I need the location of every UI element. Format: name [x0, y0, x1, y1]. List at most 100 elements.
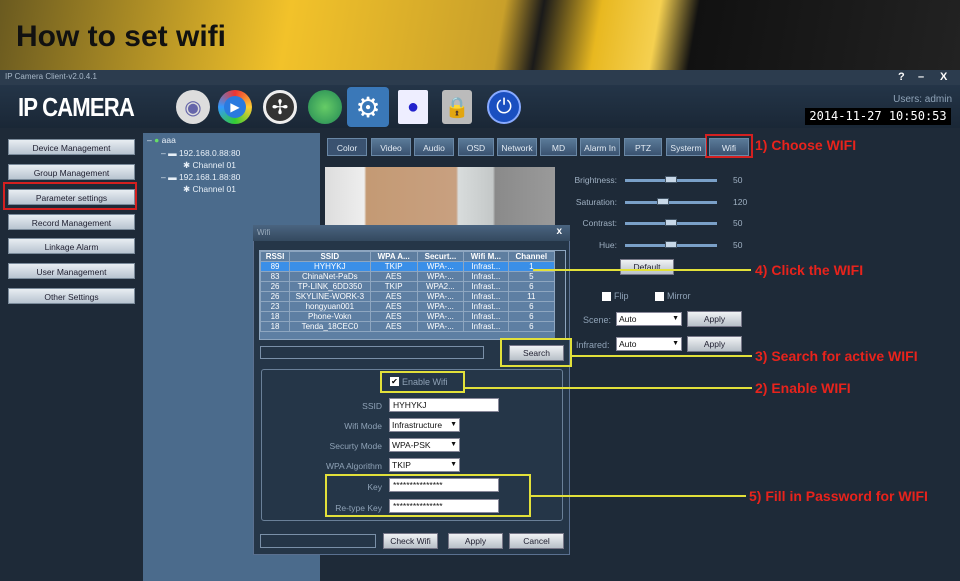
sidebar-item[interactable]: Linkage Alarm — [8, 238, 135, 254]
slider-handle[interactable] — [657, 197, 670, 205]
globe-icon[interactable] — [308, 90, 342, 124]
search-button[interactable]: Search — [509, 345, 564, 361]
infrared-apply-button[interactable]: Apply — [687, 336, 742, 352]
wifi-row[interactable]: 26 SKYLINE-WORK-3 AES WPA-... Infrast... 11 — [260, 291, 556, 302]
wifi-row[interactable]: 89 HYHYKJ TKIP WPA-... Infrast... 1 — [260, 261, 556, 272]
ssid-input[interactable]: HYHYKJ — [389, 398, 499, 412]
wifi-cell: WPA2... — [416, 281, 465, 292]
sidebar-item[interactable]: Parameter settings — [8, 189, 135, 205]
retype-key-input[interactable]: *************** — [389, 499, 499, 513]
wifi-cell: TKIP — [369, 281, 418, 292]
infrared-label: Infrared: — [576, 340, 610, 350]
sidebar-item[interactable]: Group Management — [8, 164, 135, 180]
tab-md[interactable]: MD — [540, 138, 577, 156]
tree-channel[interactable]: ✱ Channel 01 — [183, 160, 236, 171]
check-wifi-button[interactable]: Check Wifi — [383, 533, 438, 549]
wifi-row[interactable]: 23 hongyuan001 AES WPA-... Infrast... 6 — [260, 301, 556, 312]
key-input[interactable]: *************** — [389, 478, 499, 492]
check-status-field — [260, 534, 376, 548]
wifi-cell: WPA-... — [416, 301, 465, 312]
close-button[interactable]: X — [940, 71, 947, 83]
ptz-icon[interactable]: ✢ — [263, 90, 297, 124]
settings-icon[interactable]: ⚙ — [351, 90, 385, 124]
infrared-select[interactable]: Auto — [616, 337, 682, 351]
slider-value: 50 — [733, 175, 743, 185]
slider-handle[interactable] — [665, 240, 677, 248]
wifi-cell: 6 — [507, 301, 556, 312]
apply-button[interactable]: Apply — [448, 533, 503, 549]
wpa-algorithm-label: WPA Algorithm — [325, 461, 382, 471]
power-icon[interactable]: ⏻ — [487, 90, 521, 124]
cancel-button[interactable]: Cancel — [509, 533, 564, 549]
banner: How to set wifi — [0, 0, 960, 70]
slider-label: Brightness: — [574, 175, 617, 185]
ssid-label: SSID — [362, 401, 382, 411]
slider-handle[interactable] — [665, 219, 677, 226]
column-header[interactable]: Securt... — [416, 251, 465, 262]
wpa-algorithm-select[interactable]: TKIP — [389, 458, 460, 472]
wifi-cell: 6 — [507, 321, 556, 332]
tab-video[interactable]: Video — [371, 138, 411, 156]
pointer-line — [465, 387, 752, 389]
document-icon[interactable]: ● — [398, 90, 428, 124]
tab-ptz[interactable]: PTZ — [624, 138, 662, 156]
enable-wifi-checkbox[interactable]: ✔ — [390, 377, 399, 386]
webcam-icon[interactable]: ◉ — [176, 90, 210, 124]
sidebar-item[interactable]: Other Settings — [8, 288, 135, 304]
tab-wifi[interactable]: Wifi — [709, 138, 749, 156]
list-scrollbar[interactable] — [555, 251, 565, 339]
wifi-cell: 23 — [260, 301, 291, 312]
wifi-row[interactable]: 26 TP-LINK_6DD350 TKIP WPA2... Infrast... 6 — [260, 281, 556, 292]
wifi-cell: hongyuan001 — [289, 301, 371, 312]
tab-systerm[interactable]: Systerm — [666, 138, 706, 156]
tree-device[interactable]: – ▬ 192.168.1.88:80 — [161, 172, 240, 182]
wifi-list: RSSI SSID WPA A... Securt... Wifi M... Channe… — [259, 250, 566, 340]
app-logo: IP CAMERA — [18, 92, 135, 122]
lock-icon[interactable]: 🔒 — [442, 90, 472, 124]
slider-handle[interactable] — [665, 176, 677, 183]
dialog-close-button[interactable]: x — [556, 226, 562, 237]
tab-osd[interactable]: OSD — [458, 138, 494, 156]
column-header[interactable]: SSID — [289, 251, 371, 262]
tree-channel[interactable]: ✱ Channel 01 — [183, 184, 236, 195]
default-button[interactable]: Default — [620, 259, 674, 275]
mirror-checkbox[interactable] — [655, 292, 664, 301]
sidebar-item[interactable]: Device Management — [8, 139, 135, 155]
column-header[interactable]: Wifi M... — [463, 251, 509, 262]
wifi-cell: Infrast... — [463, 321, 509, 332]
flip-checkbox[interactable] — [602, 292, 611, 301]
sidebar-item[interactable]: User Management — [8, 263, 135, 279]
tree-device[interactable]: – ▬ 192.168.0.88:80 — [161, 148, 240, 158]
wifi-mode-select[interactable]: Infrastructure — [389, 418, 460, 432]
wifi-cell: SKYLINE-WORK-3 — [289, 291, 371, 302]
annotation-enable: 2) Enable WIFI — [755, 380, 851, 396]
tab-network[interactable]: Network — [497, 138, 537, 156]
wifi-row[interactable]: 18 Phone-Vokn AES WPA-... Infrast... 6 — [260, 311, 556, 322]
wifi-cell: AES — [369, 311, 418, 322]
annotation-search: 3) Search for active WIFI — [755, 348, 918, 364]
minimize-button[interactable]: – — [918, 71, 924, 83]
tab-audio[interactable]: Audio — [414, 138, 454, 156]
scene-select[interactable]: Auto — [616, 312, 682, 326]
tab-alarm-in[interactable]: Alarm In — [580, 138, 620, 156]
wifi-cell: AES — [369, 291, 418, 302]
play-icon[interactable]: ▶ — [218, 90, 252, 124]
slider-value: 50 — [733, 239, 743, 250]
slider-track[interactable] — [625, 200, 717, 204]
security-mode-select[interactable]: WPA-PSK — [389, 438, 460, 452]
sidebar-item[interactable]: Record Management — [8, 214, 135, 230]
wifi-cell: Infrast... — [463, 281, 509, 292]
help-button[interactable]: ? — [898, 71, 905, 83]
scene-apply-button[interactable]: Apply — [687, 311, 742, 327]
mirror-label: Mirror — [667, 291, 691, 301]
column-header[interactable]: WPA A... — [369, 251, 418, 262]
wifi-cell: TKIP — [369, 261, 418, 272]
wifi-row[interactable]: 18 Tenda_18CEC0 AES WPA-... Infrast... 6 — [260, 321, 556, 332]
column-header[interactable]: Channel — [507, 251, 556, 262]
column-header[interactable]: RSSI — [260, 251, 291, 262]
tree-root[interactable]: – ● aaa — [147, 135, 176, 145]
wifi-row[interactable]: 83 ChinaNet-PaDs AES WPA-... Infrast... 5 — [260, 271, 556, 282]
user-label: Users: admin — [893, 94, 952, 105]
search-status-field — [260, 346, 484, 359]
tab-color[interactable]: Color — [327, 138, 367, 156]
